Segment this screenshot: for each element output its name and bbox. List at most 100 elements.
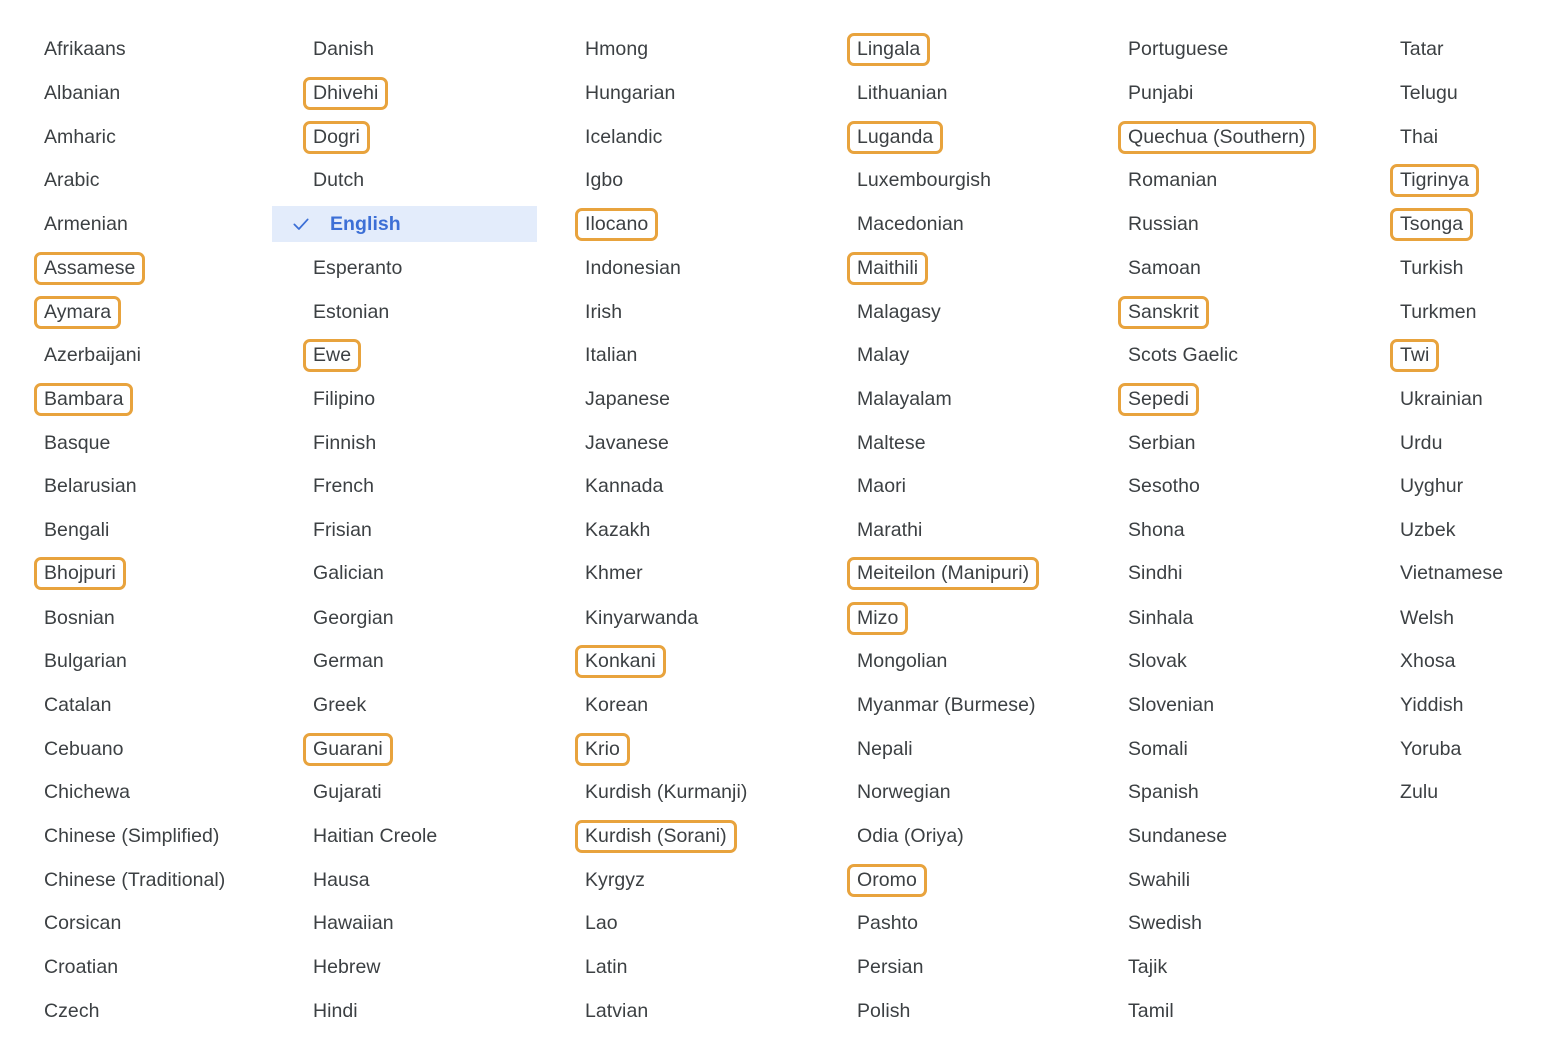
language-option[interactable]: Korean (585, 690, 648, 720)
language-option-annotated[interactable]: Oromo (847, 863, 927, 897)
language-option[interactable]: German (313, 646, 384, 676)
language-option-annotated[interactable]: Assamese (34, 251, 146, 285)
language-option[interactable]: Filipino (313, 384, 375, 414)
language-option[interactable]: Hmong (585, 34, 648, 64)
language-option[interactable]: Japanese (585, 384, 670, 414)
language-option-annotated[interactable]: Sepedi (1118, 382, 1200, 416)
language-option[interactable]: Croatian (44, 952, 118, 982)
language-option[interactable]: Basque (44, 428, 110, 458)
language-option-annotated[interactable]: Lingala (847, 32, 931, 66)
language-option[interactable]: Kurdish (Kurmanji) (585, 777, 747, 807)
language-option[interactable]: Welsh (1400, 603, 1454, 633)
language-option-annotated[interactable]: Bhojpuri (34, 556, 126, 590)
language-option[interactable]: Urdu (1400, 428, 1442, 458)
language-option[interactable]: Tatar (1400, 34, 1444, 64)
language-option[interactable]: Danish (313, 34, 374, 64)
language-option[interactable]: Thai (1400, 122, 1438, 152)
language-option[interactable]: Persian (857, 952, 923, 982)
language-option-annotated[interactable]: Luganda (847, 120, 944, 154)
language-option-annotated[interactable]: Meiteilon (Manipuri) (847, 556, 1040, 590)
language-option[interactable]: Lithuanian (857, 78, 948, 108)
language-option[interactable]: Amharic (44, 122, 116, 152)
language-option[interactable]: Odia (Oriya) (857, 821, 964, 851)
language-option[interactable]: Chinese (Simplified) (44, 821, 219, 851)
language-option[interactable]: Latvian (585, 996, 648, 1026)
language-option[interactable]: Maltese (857, 428, 926, 458)
language-option[interactable]: Pashto (857, 908, 918, 938)
language-option[interactable]: Irish (585, 297, 622, 327)
language-option[interactable]: Serbian (1128, 428, 1196, 458)
language-option[interactable]: Tamil (1128, 996, 1174, 1026)
language-option[interactable]: Swedish (1128, 908, 1202, 938)
language-option[interactable]: Belarusian (44, 471, 137, 501)
language-option-annotated[interactable]: Tigrinya (1390, 163, 1480, 197)
language-option[interactable]: Chichewa (44, 777, 130, 807)
language-option[interactable]: Ukrainian (1400, 384, 1483, 414)
language-option-annotated[interactable]: Krio (575, 732, 630, 766)
language-option[interactable]: Arabic (44, 165, 100, 195)
language-option[interactable]: Vietnamese (1400, 558, 1503, 588)
language-option-annotated[interactable]: Kurdish (Sorani) (575, 819, 737, 853)
language-option[interactable]: Shona (1128, 515, 1185, 545)
language-option[interactable]: Bulgarian (44, 646, 127, 676)
language-option[interactable]: Galician (313, 558, 384, 588)
language-option[interactable]: Portuguese (1128, 34, 1228, 64)
language-option[interactable]: Chinese (Traditional) (44, 865, 225, 895)
language-option[interactable]: Afrikaans (44, 34, 126, 64)
language-option[interactable]: Hindi (313, 996, 358, 1026)
language-option[interactable]: Khmer (585, 558, 643, 588)
language-option[interactable]: Bosnian (44, 603, 115, 633)
language-option[interactable]: Marathi (857, 515, 922, 545)
language-option-annotated[interactable]: Aymara (34, 295, 122, 329)
language-option-annotated[interactable]: Ewe (303, 338, 362, 372)
language-option[interactable]: Latin (585, 952, 628, 982)
language-option-annotated[interactable]: Konkani (575, 644, 666, 678)
language-option[interactable]: Igbo (585, 165, 623, 195)
language-option-annotated[interactable]: Dhivehi (303, 76, 389, 110)
language-option-annotated[interactable]: Sanskrit (1118, 295, 1209, 329)
language-option[interactable]: French (313, 471, 374, 501)
language-option[interactable]: Sindhi (1128, 558, 1183, 588)
language-option[interactable]: Telugu (1400, 78, 1458, 108)
language-option[interactable]: Xhosa (1400, 646, 1456, 676)
language-option[interactable]: Luxembourgish (857, 165, 991, 195)
language-option[interactable]: Spanish (1128, 777, 1199, 807)
language-option[interactable]: Sesotho (1128, 471, 1200, 501)
language-option[interactable]: Kyrgyz (585, 865, 645, 895)
language-option[interactable]: Punjabi (1128, 78, 1193, 108)
language-option[interactable]: Kannada (585, 471, 663, 501)
language-option[interactable]: Esperanto (313, 253, 402, 283)
language-option[interactable]: Catalan (44, 690, 112, 720)
language-option[interactable]: Hungarian (585, 78, 675, 108)
language-option[interactable]: Tajik (1128, 952, 1167, 982)
language-option[interactable]: Georgian (313, 603, 394, 633)
language-option-annotated[interactable]: Guarani (303, 732, 393, 766)
language-option[interactable]: Sundanese (1128, 821, 1227, 851)
language-option[interactable]: Gujarati (313, 777, 382, 807)
language-option[interactable]: Frisian (313, 515, 372, 545)
language-option[interactable]: Albanian (44, 78, 120, 108)
language-option-annotated[interactable]: Twi (1390, 338, 1440, 372)
language-option[interactable]: Lao (585, 908, 618, 938)
language-option[interactable]: Maori (857, 471, 906, 501)
language-option[interactable]: Somali (1128, 734, 1188, 764)
language-option[interactable]: Russian (1128, 209, 1199, 239)
language-option[interactable]: Polish (857, 996, 910, 1026)
language-option[interactable]: Indonesian (585, 253, 681, 283)
language-option[interactable]: Slovak (1128, 646, 1187, 676)
language-option-annotated[interactable]: Bambara (34, 382, 134, 416)
language-option-annotated[interactable]: Dogri (303, 120, 370, 154)
language-option-annotated[interactable]: Maithili (847, 251, 929, 285)
language-option[interactable]: Malayalam (857, 384, 952, 414)
language-option[interactable]: Cebuano (44, 734, 124, 764)
language-option[interactable]: Yoruba (1400, 734, 1461, 764)
language-option[interactable]: Greek (313, 690, 366, 720)
language-option[interactable]: Corsican (44, 908, 121, 938)
language-option[interactable]: Mongolian (857, 646, 947, 676)
language-option[interactable]: Czech (44, 996, 100, 1026)
language-option[interactable]: Kinyarwanda (585, 603, 698, 633)
language-option[interactable]: Hawaiian (313, 908, 394, 938)
language-option[interactable]: Icelandic (585, 122, 662, 152)
language-option[interactable]: Nepali (857, 734, 913, 764)
language-option[interactable]: Zulu (1400, 777, 1438, 807)
